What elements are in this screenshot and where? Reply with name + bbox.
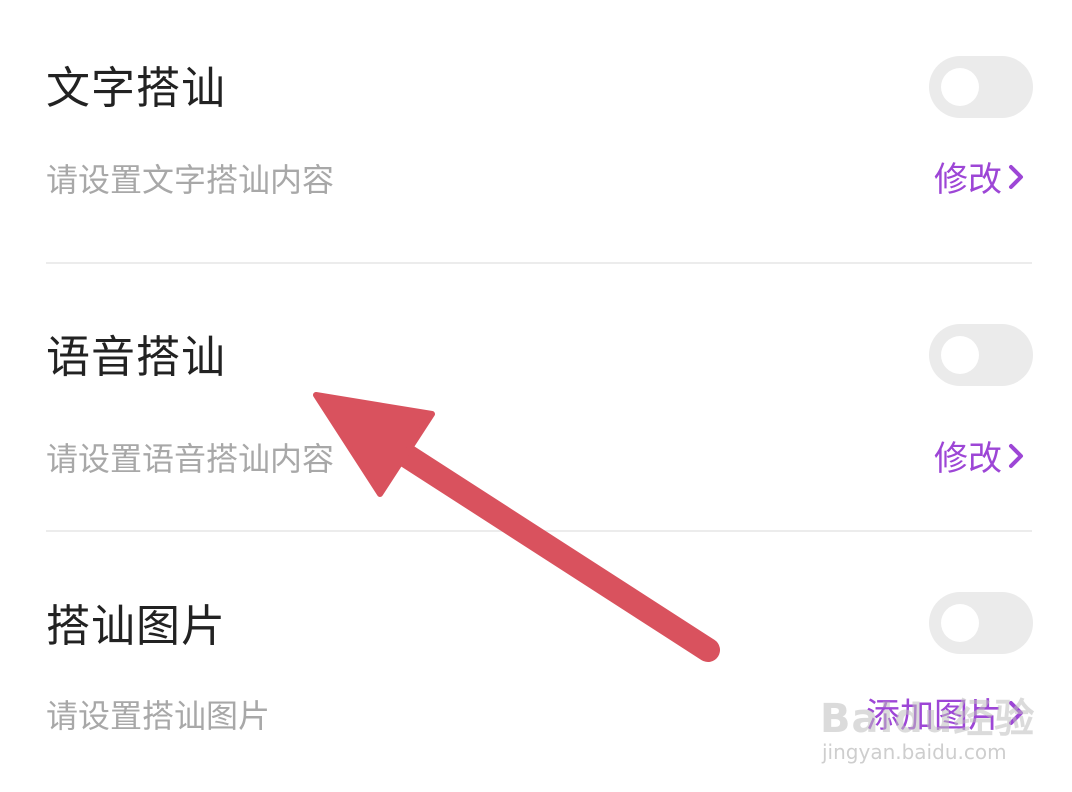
- setting-subtitle: 请设置语音搭讪内容: [46, 440, 335, 478]
- divider: [46, 262, 1032, 264]
- action-label: 添加图片: [866, 696, 1002, 736]
- setting-subtitle: 请设置文字搭讪内容: [46, 161, 335, 199]
- setting-title: 搭讪图片: [46, 601, 226, 652]
- setting-title: 语音搭讪: [46, 332, 226, 383]
- chevron-right-icon: [1006, 162, 1026, 198]
- setting-subtitle: 请设置搭讪图片: [46, 697, 271, 735]
- red-arrow-icon: [313, 392, 720, 662]
- watermark-url: jingyan.baidu.com: [822, 740, 1007, 764]
- chevron-right-icon: [1006, 698, 1026, 734]
- toggle-knob: [941, 68, 979, 106]
- chevron-right-icon: [1006, 441, 1026, 477]
- action-label: 修改: [934, 160, 1002, 200]
- text-greeting-toggle[interactable]: [929, 56, 1033, 118]
- toggle-knob: [941, 336, 979, 374]
- edit-text-greeting-link[interactable]: 修改: [934, 162, 1026, 198]
- divider: [46, 530, 1032, 532]
- voice-greeting-toggle[interactable]: [929, 324, 1033, 386]
- edit-voice-greeting-link[interactable]: 修改: [934, 441, 1026, 477]
- toggle-knob: [941, 604, 979, 642]
- setting-title: 文字搭讪: [46, 63, 226, 114]
- add-image-link[interactable]: 添加图片: [866, 698, 1026, 734]
- greeting-image-toggle[interactable]: [929, 592, 1033, 654]
- action-label: 修改: [934, 439, 1002, 479]
